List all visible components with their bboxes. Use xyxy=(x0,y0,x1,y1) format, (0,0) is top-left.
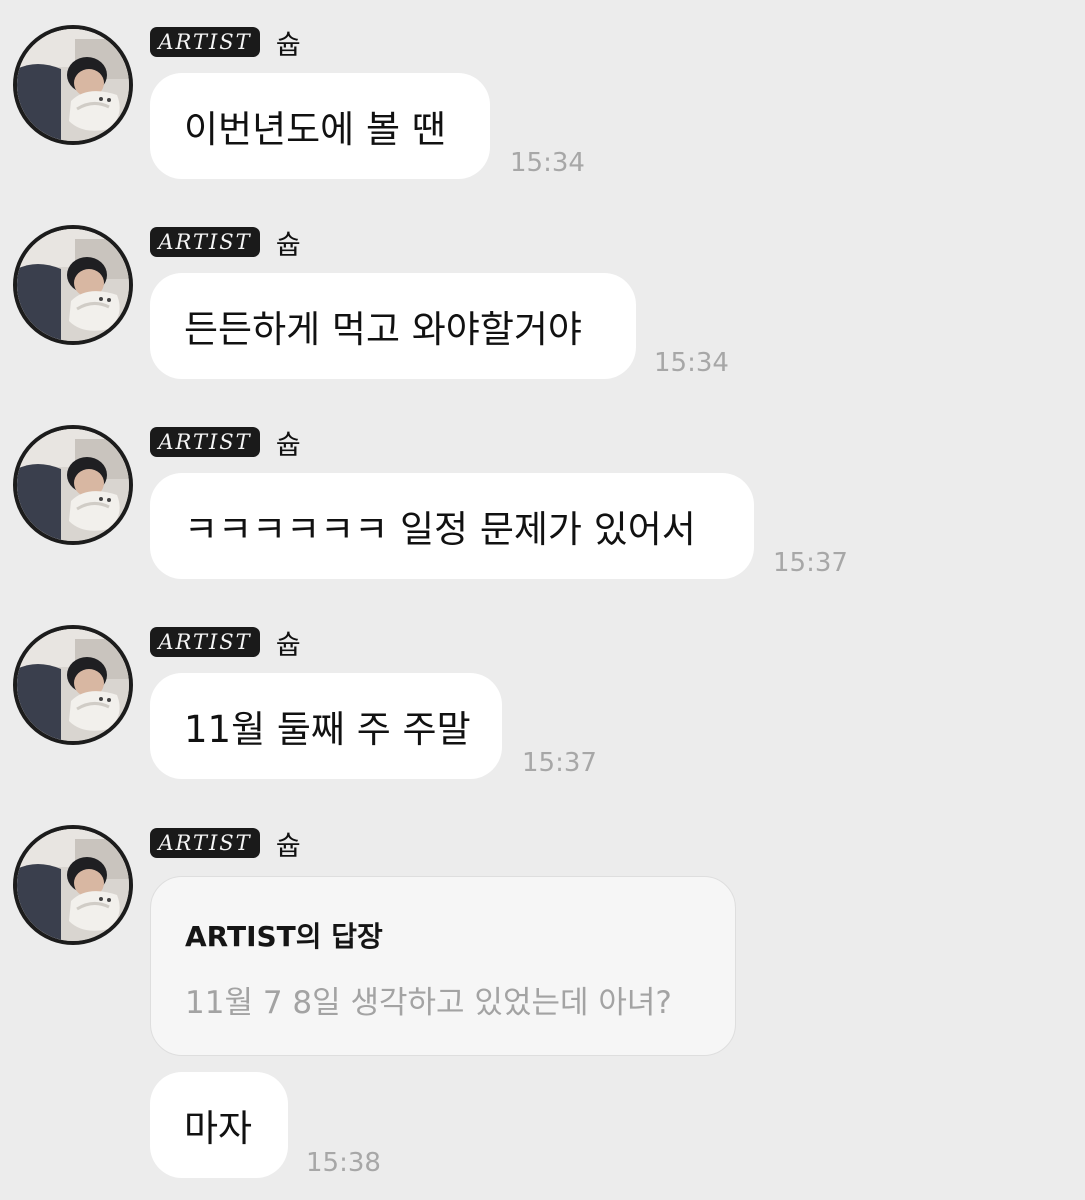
avatar[interactable] xyxy=(13,25,133,145)
artist-badge: ARTIST xyxy=(150,828,260,858)
avatar[interactable] xyxy=(13,225,133,345)
message-timestamp: 15:34 xyxy=(654,348,729,378)
message-bubble[interactable]: ㅋㅋㅋㅋㅋㅋ 일정 문제가 있어서 xyxy=(150,473,754,579)
artist-badge: ARTIST xyxy=(150,227,260,257)
artist-badge: ARTIST xyxy=(150,427,260,457)
message-bubble[interactable]: 마자 xyxy=(150,1072,288,1178)
sender-name: 슙 xyxy=(276,29,301,61)
reply-title: ARTIST의 답장 xyxy=(185,920,383,953)
sender-row: ARTIST 슙 xyxy=(150,826,301,862)
sender-name: 슙 xyxy=(276,429,301,461)
reply-quote-card[interactable]: ARTIST의 답장 11월 7 8일 생각하고 있었는데 아녀? xyxy=(150,876,736,1056)
sender-name: 슙 xyxy=(276,229,301,261)
sender-row: ARTIST 슙 xyxy=(150,25,301,61)
message-bubble[interactable]: 든든하게 먹고 와야할거야 xyxy=(150,273,636,379)
sender-row: ARTIST 슙 xyxy=(150,225,301,261)
avatar[interactable] xyxy=(13,425,133,545)
avatar[interactable] xyxy=(13,625,133,745)
message-timestamp: 15:34 xyxy=(510,148,585,178)
artist-badge: ARTIST xyxy=(150,27,260,57)
avatar[interactable] xyxy=(13,825,133,945)
reply-quoted-text: 11월 7 8일 생각하고 있었는데 아녀? xyxy=(185,985,672,1021)
message-timestamp: 15:38 xyxy=(306,1148,381,1178)
sender-name: 슙 xyxy=(276,830,301,862)
sender-row: ARTIST 슙 xyxy=(150,625,301,661)
sender-name: 슙 xyxy=(276,629,301,661)
message-timestamp: 15:37 xyxy=(522,748,597,778)
sender-row: ARTIST 슙 xyxy=(150,425,301,461)
message-bubble[interactable]: 이번년도에 볼 땐 xyxy=(150,73,490,179)
artist-badge: ARTIST xyxy=(150,627,260,657)
message-bubble[interactable]: 11월 둘째 주 주말 xyxy=(150,673,502,779)
message-timestamp: 15:37 xyxy=(773,548,848,578)
